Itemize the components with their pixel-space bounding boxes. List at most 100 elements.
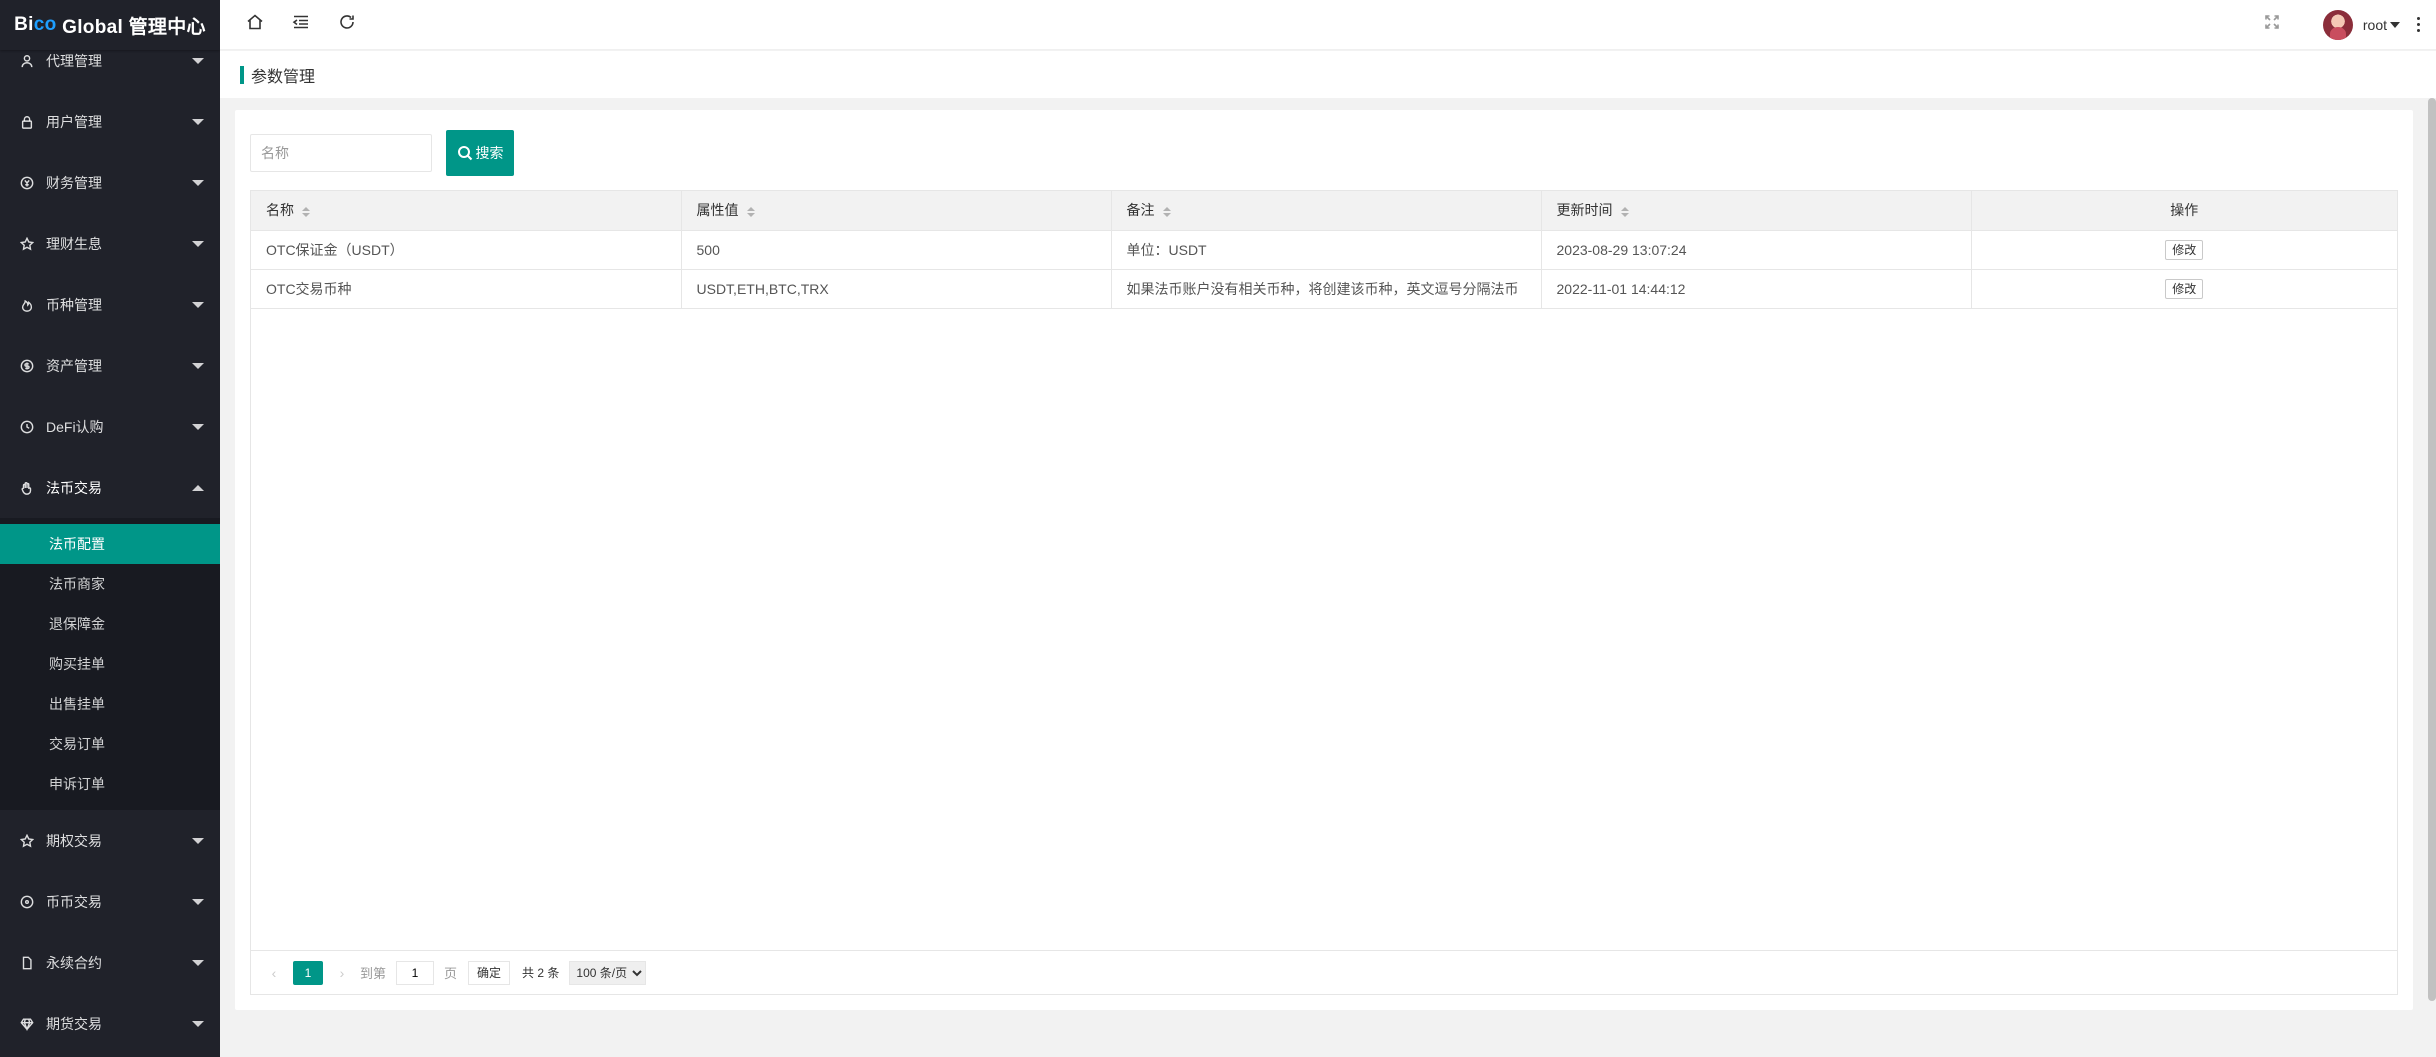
cell-updated: 2022-11-01 14:44:12 <box>1541 269 1972 309</box>
name-search-input[interactable] <box>250 134 432 172</box>
username: root <box>2362 16 2387 33</box>
sidebar-item-label: 代理管理 <box>46 52 102 69</box>
otc-submenu: 法币配置 法币商家 退保障金 购买挂单 出售挂单 交易订单 申诉订单 <box>0 518 220 810</box>
chevron-down-icon <box>192 837 204 844</box>
prev-page-button[interactable]: ‹ <box>261 960 287 986</box>
page-unit-label: 页 <box>444 966 458 981</box>
refresh-button[interactable] <box>324 0 370 50</box>
sidebar-item-futures[interactable]: 期货交易 <box>0 993 220 1054</box>
page-title-bar: 参数管理 <box>220 51 2436 98</box>
data-table: 名称 属性值 备注 更新时间 操作 OTC保证金（USDT） 500 单位：US… <box>251 191 2397 309</box>
sidebar-item-spot[interactable]: 币币交易 <box>0 871 220 932</box>
refresh-icon <box>338 13 356 36</box>
sidebar-item-otc[interactable]: 法币交易 <box>0 457 220 518</box>
sort-icon[interactable] <box>746 206 755 217</box>
user-menu[interactable]: root <box>2322 9 2400 40</box>
sort-icon[interactable] <box>302 206 310 217</box>
sidebar-item-users[interactable]: 用户管理 <box>0 91 220 152</box>
chevron-down-icon <box>192 301 204 308</box>
chevron-right-icon: › <box>339 964 345 981</box>
chevron-down-icon <box>192 118 204 125</box>
scrollbar-thumb[interactable] <box>2428 98 2436 1001</box>
goto-label: 到第 <box>360 966 387 981</box>
home-icon <box>246 13 264 36</box>
sidebar-item-label: 法币交易 <box>46 479 102 496</box>
page-scrollbar[interactable] <box>2428 98 2436 1001</box>
sidebar-item-finance[interactable]: 财务管理 <box>0 152 220 213</box>
page-size-select[interactable]: 100 条/页 <box>569 960 647 985</box>
chevron-down-icon <box>192 423 204 430</box>
sidebar-item-options[interactable]: 期权交易 <box>0 810 220 871</box>
goto-confirm-button[interactable]: 确定 <box>468 960 511 985</box>
column-header-remark[interactable]: 备注 <box>1111 191 1542 231</box>
sidebar-subitem-refund-deposit[interactable]: 退保障金 <box>0 604 220 644</box>
next-page-button[interactable]: › <box>329 960 355 986</box>
app-logo: Bi co Global 管理中心 <box>0 0 220 50</box>
chevron-down-icon <box>192 362 204 369</box>
table-row: OTC保证金（USDT） 500 单位：USDT 2023-08-29 13:0… <box>251 230 2397 270</box>
sort-icon[interactable] <box>1620 206 1629 217</box>
sidebar-item-label: 币币交易 <box>46 893 102 910</box>
goto-page-input[interactable] <box>396 960 435 985</box>
column-header-name[interactable]: 名称 <box>251 191 682 231</box>
lock-icon <box>20 115 34 129</box>
sidebar: 代理管理 用户管理 财务管理 理财生息 币种管理 资产管理 DeFi认购 法币交… <box>0 0 220 1057</box>
sidebar-item-defi[interactable]: DeFi认购 <box>0 396 220 457</box>
cell-remark: 如果法币账户没有相关币种，将创建该币种，英文逗号分隔法币 <box>1111 269 1542 309</box>
header-left-tools <box>232 0 370 50</box>
title-accent-bar <box>240 65 244 84</box>
sidebar-item-currency[interactable]: 币种管理 <box>0 274 220 335</box>
fullscreen-button[interactable] <box>2249 0 2295 50</box>
chevron-up-icon <box>192 484 204 491</box>
top-header: root <box>220 0 2436 50</box>
search-toolbar: 搜索 <box>250 130 514 176</box>
more-vertical-icon <box>2416 16 2420 34</box>
sidebar-subitem-trade-orders[interactable]: 交易订单 <box>0 724 220 764</box>
current-page[interactable]: 1 <box>293 960 323 985</box>
sidebar-subitem-appeal-orders[interactable]: 申诉订单 <box>0 764 220 804</box>
cell-action: 修改 <box>1971 269 2397 309</box>
sidebar-subitem-sell-orders[interactable]: 出售挂单 <box>0 684 220 724</box>
column-header-value[interactable]: 属性值 <box>681 191 1112 231</box>
search-button[interactable]: 搜索 <box>446 130 514 176</box>
sidebar-item-label: 理财生息 <box>46 235 102 252</box>
sidebar-subitem-otc-config[interactable]: 法币配置 <box>0 524 220 564</box>
column-header-action: 操作 <box>1971 191 2397 231</box>
home-button[interactable] <box>232 0 278 50</box>
sidebar-menu: 代理管理 用户管理 财务管理 理财生息 币种管理 资产管理 DeFi认购 法币交… <box>0 0 220 1054</box>
column-header-updated[interactable]: 更新时间 <box>1541 191 1972 231</box>
sidebar-subitem-otc-merchant[interactable]: 法币商家 <box>0 564 220 604</box>
edit-button[interactable]: 修改 <box>2165 278 2204 299</box>
toggle-sidebar-button[interactable] <box>278 0 324 50</box>
cell-value: 500 <box>681 230 1112 270</box>
cell-updated: 2023-08-29 13:07:24 <box>1541 230 1972 270</box>
circle-icon <box>20 895 34 909</box>
params-table: 名称 属性值 备注 更新时间 操作 OTC保证金（USDT） 500 单位：US… <box>250 190 2398 995</box>
edit-button[interactable]: 修改 <box>2165 239 2204 260</box>
fullscreen-icon <box>2265 15 2279 34</box>
indent-icon <box>292 13 310 36</box>
sidebar-item-label: 用户管理 <box>46 113 102 130</box>
sidebar-item-label: 币种管理 <box>46 296 102 313</box>
sidebar-subitem-buy-orders[interactable]: 购买挂单 <box>0 644 220 684</box>
star-icon <box>20 833 34 848</box>
table-row: OTC交易币种 USDT,ETH,BTC,TRX 如果法币账户没有相关币种，将创… <box>251 269 2397 309</box>
diamond-icon <box>20 1017 34 1031</box>
sidebar-item-perpetual[interactable]: 永续合约 <box>0 932 220 993</box>
page-title: 参数管理 <box>251 68 316 86</box>
more-options-button[interactable] <box>2400 0 2436 50</box>
sidebar-item-label: 资产管理 <box>46 357 102 374</box>
star-icon <box>20 236 34 251</box>
sidebar-item-label: DeFi认购 <box>46 418 104 435</box>
chevron-down-icon <box>192 959 204 966</box>
sort-icon[interactable] <box>1162 206 1171 217</box>
chevron-down-icon <box>192 898 204 905</box>
cell-name: OTC保证金（USDT） <box>251 230 682 270</box>
user-icon <box>20 54 34 68</box>
logo-text-accent: co <box>33 14 57 35</box>
sidebar-item-assets[interactable]: 资产管理 <box>0 335 220 396</box>
pagination: ‹ 1 › 到第 页 确定 共 2 条 100 条/页 <box>251 950 2397 994</box>
sidebar-item-wealth[interactable]: 理财生息 <box>0 213 220 274</box>
fire-icon <box>20 298 34 312</box>
chevron-down-icon <box>192 179 204 186</box>
